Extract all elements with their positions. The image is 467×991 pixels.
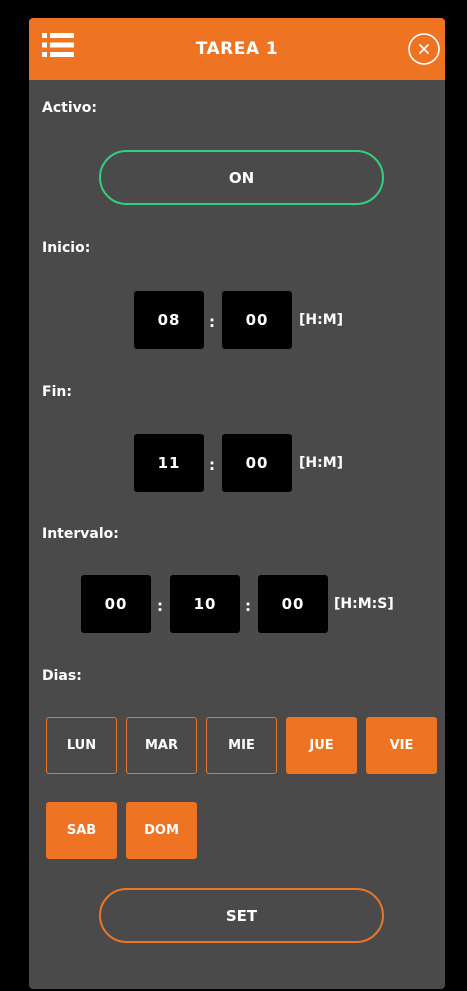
end-minutes-field[interactable]: 00 — [222, 434, 292, 492]
start-hours-field[interactable]: 08 — [134, 291, 204, 349]
end-hours-field[interactable]: 11 — [134, 434, 204, 492]
page-title: TAREA 1 — [195, 39, 279, 59]
inicio-label: Inicio: — [42, 240, 91, 256]
time-separator: : — [157, 597, 163, 615]
day-button-vie[interactable]: VIE — [366, 717, 437, 774]
day-button-mie[interactable]: MIE — [206, 717, 277, 774]
close-circle-icon[interactable] — [407, 32, 441, 66]
time-separator: : — [209, 456, 215, 474]
day-button-lun[interactable]: LUN — [46, 717, 117, 774]
end-unit-label: [H:M] — [299, 455, 344, 471]
set-button[interactable]: SET — [99, 888, 384, 943]
interval-seconds-field[interactable]: 00 — [258, 575, 328, 633]
interval-minutes-field[interactable]: 10 — [170, 575, 240, 633]
day-button-sab[interactable]: SAB — [46, 802, 117, 859]
activo-label: Activo: — [42, 100, 97, 116]
day-button-jue[interactable]: JUE — [286, 717, 357, 774]
interval-unit-label: [H:M:S] — [334, 596, 394, 612]
start-minutes-field[interactable]: 00 — [222, 291, 292, 349]
start-unit-label: [H:M] — [299, 312, 344, 328]
active-toggle-button[interactable]: ON — [99, 150, 384, 205]
time-separator: : — [245, 597, 251, 615]
intervalo-label: Intervalo: — [42, 526, 119, 542]
day-button-dom[interactable]: DOM — [126, 802, 197, 859]
header-bar: TAREA 1 — [29, 18, 445, 80]
day-button-mar[interactable]: MAR — [126, 717, 197, 774]
interval-hours-field[interactable]: 00 — [81, 575, 151, 633]
fin-label: Fin: — [42, 384, 72, 400]
task-panel: TAREA 1 Activo: ON Inicio: 08 : 00 [H:M]… — [29, 18, 445, 989]
dias-label: Dias: — [42, 668, 82, 684]
time-separator: : — [209, 313, 215, 331]
